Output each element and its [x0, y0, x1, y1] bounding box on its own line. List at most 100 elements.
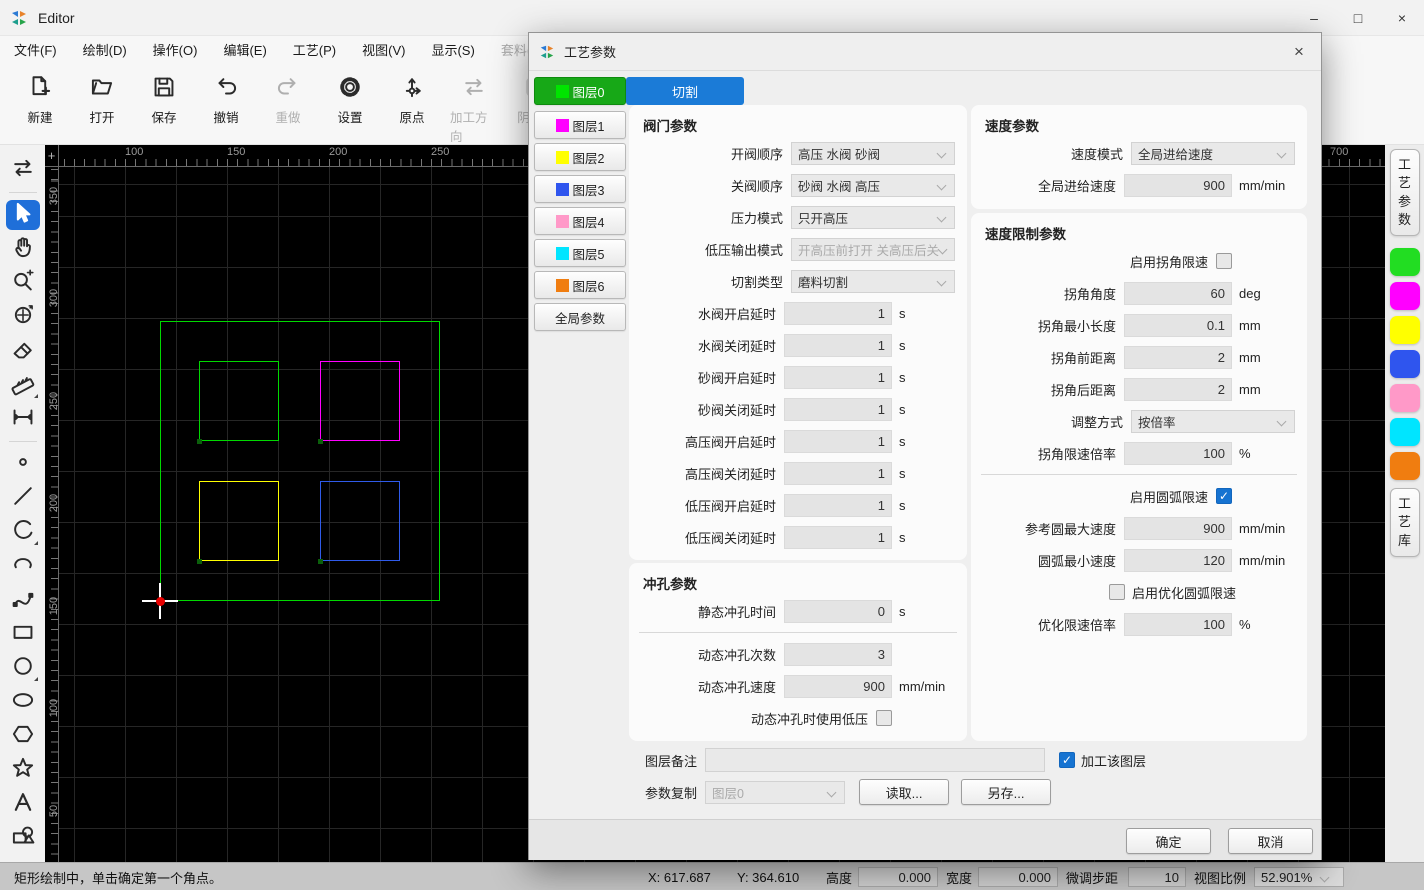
dialog-titlebar[interactable]: 工艺参数 ×: [529, 33, 1321, 71]
param-input[interactable]: 100: [1124, 613, 1232, 636]
param-input[interactable]: 2: [1124, 346, 1232, 369]
param-input[interactable]: 1: [784, 302, 892, 325]
tool-ellipse-button[interactable]: [6, 687, 40, 717]
color-swatch[interactable]: [1390, 384, 1420, 412]
menu-item[interactable]: 绘制(D): [83, 40, 127, 59]
layer-button-4[interactable]: 图层4: [534, 207, 626, 235]
tool-line-button[interactable]: [6, 483, 40, 513]
close-button[interactable]: ×: [1380, 0, 1424, 35]
param-input[interactable]: 0: [784, 600, 892, 623]
param-input[interactable]: 1: [784, 430, 892, 453]
param-input[interactable]: 1: [784, 334, 892, 357]
tool-polygon-button[interactable]: [6, 721, 40, 751]
process-params-sidebar-button[interactable]: 工艺参数: [1390, 149, 1420, 236]
tool-eraser-button[interactable]: [6, 336, 40, 366]
param-select[interactable]: 全局进给速度: [1131, 142, 1295, 165]
toolbar-origin-button[interactable]: 原点: [388, 62, 436, 126]
menu-item[interactable]: 文件(F): [14, 40, 57, 59]
layer-button-1[interactable]: 图层1: [534, 111, 626, 139]
param-input[interactable]: 1: [784, 526, 892, 549]
view-scale-combo[interactable]: 52.901%: [1254, 867, 1344, 887]
param-select[interactable]: 只开高压: [791, 206, 955, 229]
param-input[interactable]: 900: [1124, 174, 1232, 197]
param-copy-select[interactable]: 图层0: [705, 781, 845, 804]
menu-item[interactable]: 工艺(P): [293, 40, 336, 59]
param-select[interactable]: 按倍率: [1131, 410, 1295, 433]
color-swatch[interactable]: [1390, 452, 1420, 480]
menu-item[interactable]: 显示(S): [431, 40, 474, 59]
param-select[interactable]: 磨料切割: [791, 270, 955, 293]
param-input[interactable]: 0.1: [1124, 314, 1232, 337]
height-input[interactable]: 0.000: [858, 867, 938, 887]
param-input[interactable]: 120: [1124, 549, 1232, 572]
inner-yellow-square[interactable]: [199, 481, 279, 561]
menu-item[interactable]: 视图(V): [362, 40, 405, 59]
tool-select-arrow-button[interactable]: [6, 200, 40, 230]
tool-text-button[interactable]: [6, 789, 40, 819]
tool-measure-distance-button[interactable]: [6, 404, 40, 434]
param-input[interactable]: 1: [784, 398, 892, 421]
menu-item[interactable]: 编辑(E): [223, 40, 266, 59]
checkbox[interactable]: [876, 710, 892, 726]
tool-exchange-button[interactable]: [6, 155, 40, 185]
tool-point-button[interactable]: [6, 449, 40, 479]
nudge-step-input[interactable]: 10: [1128, 867, 1186, 887]
layer-button-5[interactable]: 图层5: [534, 239, 626, 267]
save-as-button[interactable]: 另存...: [961, 779, 1051, 805]
color-swatch[interactable]: [1390, 282, 1420, 310]
checkbox[interactable]: ✓: [1216, 488, 1232, 504]
width-input[interactable]: 0.000: [978, 867, 1058, 887]
tool-shape-library-button[interactable]: [6, 823, 40, 853]
layer-button-0[interactable]: 图层0: [534, 77, 626, 105]
toolbar-open-folder-button[interactable]: 打开: [78, 62, 126, 126]
param-input[interactable]: 60: [1124, 282, 1232, 305]
param-input[interactable]: 900: [784, 675, 892, 698]
color-swatch[interactable]: [1390, 350, 1420, 378]
toolbar-new-file-button[interactable]: 新建: [16, 62, 64, 126]
param-select[interactable]: 开高压前打开 关高压后关: [791, 238, 955, 261]
window-titlebar[interactable]: Editor – □ ×: [0, 0, 1424, 36]
param-input[interactable]: 1: [784, 366, 892, 389]
layer-button-7[interactable]: 全局参数: [534, 303, 626, 331]
tool-zoom-button[interactable]: [6, 268, 40, 298]
param-input[interactable]: 900: [1124, 517, 1232, 540]
tool-curve-button[interactable]: [6, 585, 40, 615]
param-select[interactable]: 砂阀 水阀 高压: [791, 174, 955, 197]
toolbar-save-button[interactable]: 保存: [140, 62, 188, 126]
tool-arc-button[interactable]: [6, 517, 40, 547]
tool-star-button[interactable]: [6, 755, 40, 785]
process-this-layer-checkbox[interactable]: ✓: [1059, 752, 1075, 768]
color-swatch[interactable]: [1390, 418, 1420, 446]
checkbox[interactable]: [1216, 253, 1232, 269]
tool-rectangle-button[interactable]: [6, 619, 40, 649]
dialog-close-icon[interactable]: ×: [1277, 42, 1321, 62]
color-swatch[interactable]: [1390, 248, 1420, 276]
layer-button-2[interactable]: 图层2: [534, 143, 626, 171]
inner-magenta-square[interactable]: [320, 361, 400, 441]
param-input[interactable]: 100: [1124, 442, 1232, 465]
color-swatch[interactable]: [1390, 316, 1420, 344]
layer-remark-input[interactable]: [705, 748, 1045, 772]
tool-transform-button[interactable]: [6, 302, 40, 332]
read-button[interactable]: 读取...: [859, 779, 949, 805]
minimize-button[interactable]: –: [1292, 0, 1336, 35]
tool-ruler-button[interactable]: [6, 370, 40, 400]
toolbar-settings-gear-button[interactable]: 设置: [326, 62, 374, 126]
param-select[interactable]: 高压 水阀 砂阀: [791, 142, 955, 165]
tool-circle-button[interactable]: [6, 653, 40, 683]
toolbar-undo-button[interactable]: 撤销: [202, 62, 250, 126]
tab-cutting[interactable]: 切割: [626, 77, 744, 105]
param-input[interactable]: 1: [784, 494, 892, 517]
menu-item[interactable]: 操作(O): [153, 40, 198, 59]
inner-green-square[interactable]: [199, 361, 279, 441]
layer-button-6[interactable]: 图层6: [534, 271, 626, 299]
process-library-sidebar-button[interactable]: 工艺库: [1390, 488, 1420, 557]
param-input[interactable]: 2: [1124, 378, 1232, 401]
ok-button[interactable]: 确定: [1126, 828, 1211, 854]
inner-blue-square[interactable]: [320, 481, 400, 561]
tool-pan-hand-button[interactable]: [6, 234, 40, 264]
param-input[interactable]: 3: [784, 643, 892, 666]
cancel-button[interactable]: 取消: [1228, 828, 1313, 854]
tool-arc2-button[interactable]: [6, 551, 40, 581]
maximize-button[interactable]: □: [1336, 0, 1380, 35]
